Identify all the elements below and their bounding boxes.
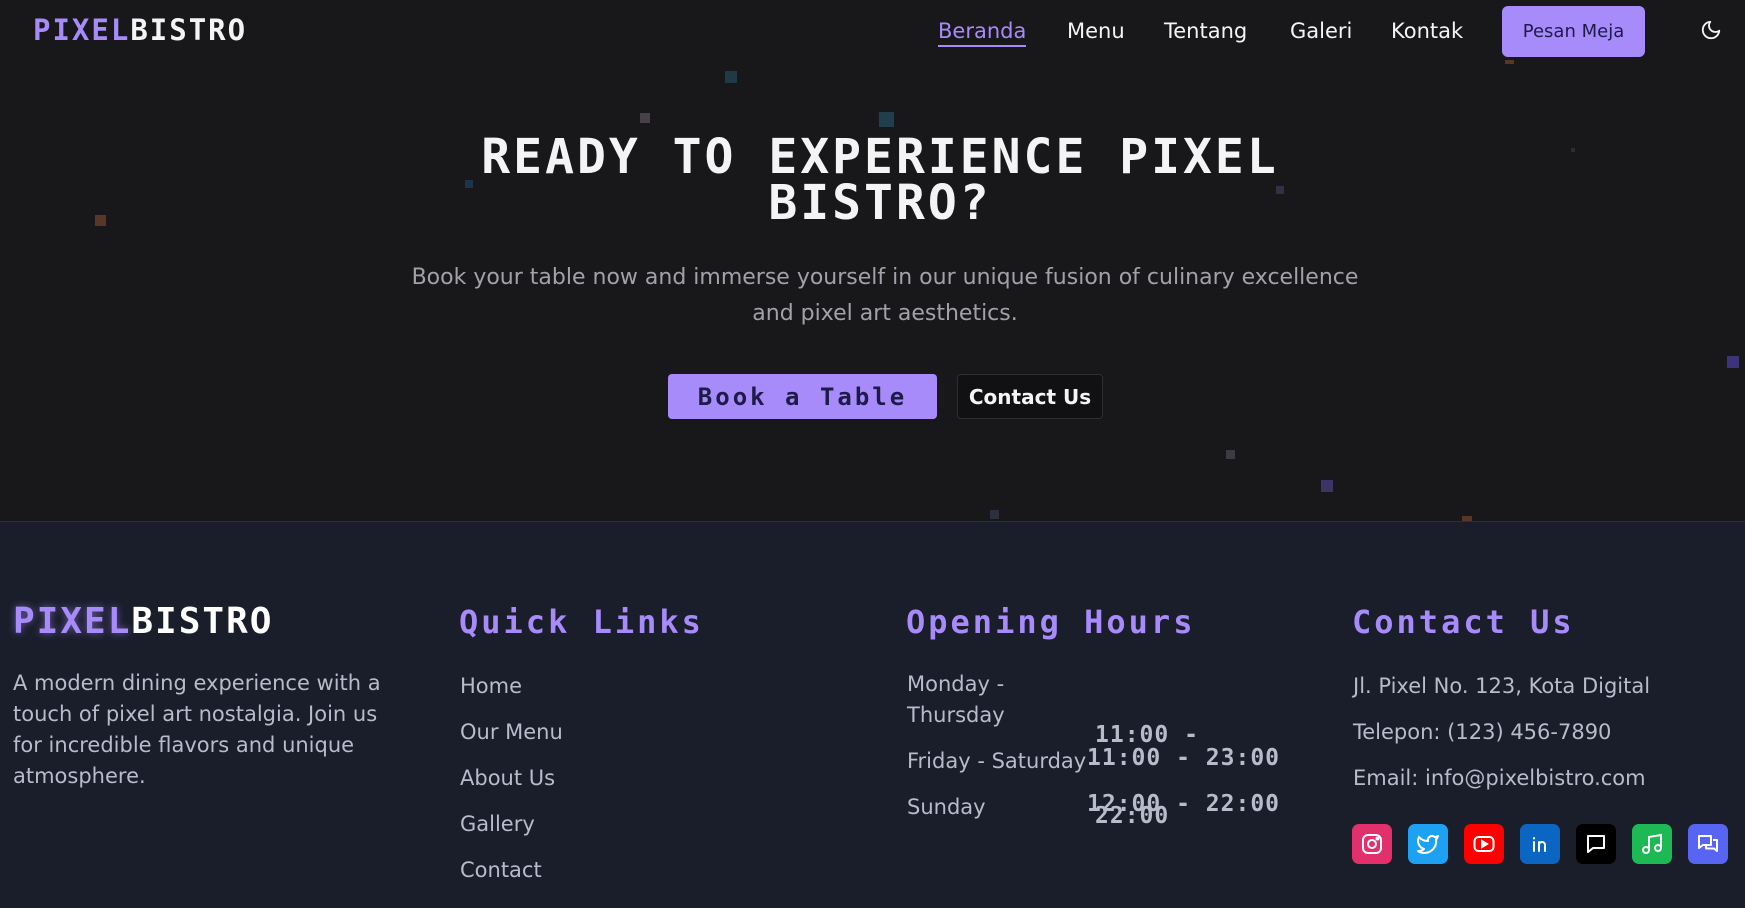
site-header: PIXELBISTRO Beranda Menu Tentang Galeri …: [0, 0, 1745, 64]
decorative-pixel: [1226, 450, 1235, 459]
youtube-button[interactable]: [1464, 824, 1504, 864]
decorative-pixel: [95, 215, 106, 226]
decorative-pixel: [1727, 356, 1739, 368]
chat-icon: [1587, 835, 1605, 853]
cta-subtitle: Book your table now and immerse yourself…: [411, 265, 1359, 326]
footer-description: A modern dining experience with a touch …: [13, 671, 381, 788]
quick-links-heading: Quick Links: [459, 603, 704, 641]
contact-phone: Telepon: (123) 456-7890: [1353, 720, 1612, 744]
music-button[interactable]: [1632, 824, 1672, 864]
cta-heading: READY TO EXPERIENCE PIXEL BISTRO?: [481, 129, 1279, 231]
youtube-icon: [1473, 836, 1495, 852]
music-icon: [1642, 833, 1662, 854]
discord-icon: [1698, 835, 1718, 852]
footer-link-home[interactable]: Home: [460, 673, 522, 699]
footer-link-menu[interactable]: Our Menu: [460, 719, 563, 745]
reserve-table-button[interactable]: Pesan Meja: [1502, 6, 1645, 57]
nav-link-tentang[interactable]: Tentang: [1164, 18, 1247, 44]
footer-link-about[interactable]: About Us: [460, 765, 555, 791]
footer-logo[interactable]: PIXELBISTRO: [13, 602, 273, 642]
footer-link-contact[interactable]: Contact: [460, 857, 542, 883]
hours-day-sunday: Sunday: [907, 795, 986, 819]
instagram-button[interactable]: [1352, 824, 1392, 864]
hours-time-friday-saturday: 11:00 - 23:00: [1087, 745, 1281, 771]
decorative-pixel: [725, 71, 737, 83]
hours-day-friday-saturday: Friday - Saturday: [907, 749, 1087, 773]
twitter-button[interactable]: [1408, 824, 1448, 864]
instagram-icon: [1362, 834, 1382, 854]
site-footer: PIXELBISTRO A modern dining experience w…: [0, 521, 1745, 908]
contact-us-button[interactable]: Contact Us: [957, 374, 1103, 419]
decorative-pixel: [879, 112, 894, 127]
book-table-button[interactable]: Book a Table: [668, 374, 937, 419]
nav-link-menu[interactable]: Menu: [1067, 18, 1125, 44]
chat-button[interactable]: [1576, 824, 1616, 864]
contact-address: Jl. Pixel No. 123, Kota Digital: [1353, 674, 1651, 698]
opening-hours-heading: Opening Hours: [906, 603, 1196, 641]
decorative-pixel: [990, 510, 999, 519]
decorative-pixel: [1571, 148, 1575, 152]
nav-link-beranda[interactable]: Beranda: [938, 18, 1027, 47]
hours-time-weekday: 11:00 - 22:00: [1095, 722, 1199, 829]
decorative-pixel: [1505, 60, 1514, 64]
hours-time-sunday: 12:00 - 22:00: [1087, 791, 1281, 817]
logo[interactable]: PIXELBISTRO: [33, 13, 247, 47]
contact-email: Email: info@pixelbistro.com: [1353, 766, 1646, 790]
footer-link-gallery[interactable]: Gallery: [460, 811, 535, 837]
cta-section: READY TO EXPERIENCE PIXEL BISTRO? Book y…: [0, 60, 1745, 521]
contact-heading: Contact Us: [1352, 603, 1575, 641]
discord-button[interactable]: [1688, 824, 1728, 864]
nav-link-kontak[interactable]: Kontak: [1391, 18, 1463, 44]
nav-link-galeri[interactable]: Galeri: [1290, 18, 1352, 44]
hours-day-weekday: Monday - Thursday: [907, 672, 1005, 727]
decorative-pixel: [1321, 480, 1333, 492]
moon-icon: [1701, 20, 1721, 40]
decorative-pixel: [640, 113, 650, 123]
twitter-icon: [1417, 835, 1439, 854]
linkedin-icon: [1533, 837, 1546, 852]
linkedin-button[interactable]: [1520, 824, 1560, 864]
theme-toggle-button[interactable]: [1700, 19, 1726, 45]
